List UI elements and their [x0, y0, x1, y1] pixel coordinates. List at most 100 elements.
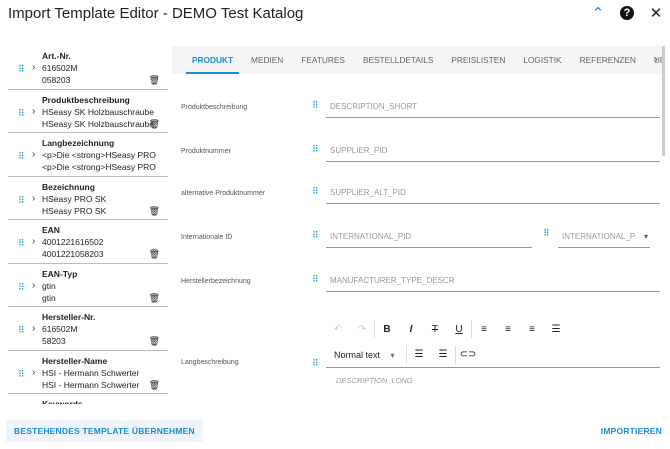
drag-handle-icon[interactable]: ⠿: [18, 194, 25, 206]
drag-handle-icon[interactable]: ⠿: [312, 144, 319, 155]
strikethrough-icon[interactable]: T: [423, 324, 447, 335]
field-label: EAN-Typ: [42, 268, 78, 279]
field-label: Langbezeichnung: [42, 138, 115, 148]
id-type-value: INTERNATIONAL_P: [562, 232, 636, 241]
align-center-icon[interactable]: ≡: [496, 324, 520, 335]
tab-preislisten[interactable]: PREISLISTEN: [451, 46, 505, 74]
field-item[interactable]: ⠿ › EAN 4001221616502 4001221058203 🗑: [8, 220, 168, 264]
help-icon[interactable]: ?: [620, 6, 634, 20]
align-left-icon[interactable]: ≡: [472, 324, 496, 335]
underline-icon[interactable]: U: [447, 324, 471, 335]
field-label: EAN: [42, 225, 60, 235]
chevron-right-icon[interactable]: ›: [32, 193, 35, 205]
trash-icon[interactable]: 🗑: [149, 379, 160, 391]
langbeschreibung-input[interactable]: DESCRIPTION_LONG: [326, 368, 660, 393]
chevron-right-icon[interactable]: ›: [32, 149, 35, 161]
scrollbar[interactable]: [662, 46, 665, 156]
align-justify-icon[interactable]: ☰: [544, 324, 568, 335]
chevron-right-icon[interactable]: ›: [32, 236, 35, 248]
trash-icon[interactable]: 🗑: [149, 248, 160, 260]
field-value: <p>Die <strong>HSeasy PRO: [42, 162, 156, 172]
close-icon[interactable]: ✕: [648, 4, 664, 22]
italic-icon[interactable]: I: [399, 324, 423, 335]
field-label: Bezeichnung: [42, 181, 95, 192]
alt-produktnummer-input[interactable]: SUPPLIER_ALT_PID: [326, 184, 660, 204]
label-produktnummer: Produktnummer: [181, 148, 231, 155]
chevron-right-icon[interactable]: ›: [32, 280, 35, 292]
align-right-icon[interactable]: ≡: [520, 324, 544, 335]
trash-icon[interactable]: 🗑: [149, 292, 160, 304]
import-button[interactable]: IMPORTIEREN: [593, 420, 670, 442]
format-select[interactable]: Normal text ▾: [326, 350, 406, 360]
ordered-list-icon[interactable]: ☰: [407, 349, 431, 360]
editor-panel: PRODUKT MEDIEN FEATURES BESTELLDETAILS PREIS…: [172, 46, 662, 424]
field-item[interactable]: ⠿ › Hersteller-Nr. 616502M 58203 🗑: [8, 307, 168, 351]
drag-handle-icon[interactable]: ⠿: [18, 107, 25, 119]
trash-icon[interactable]: 🗑: [149, 118, 160, 130]
trash-icon[interactable]: 🗑: [149, 74, 160, 86]
tab-features[interactable]: FEATURES: [301, 46, 345, 74]
trash-icon[interactable]: 🗑: [149, 205, 160, 217]
label-internationale-id: Internationale ID: [181, 234, 233, 241]
field-label: Hersteller-Name: [42, 355, 108, 366]
drag-handle-icon[interactable]: ⠿: [18, 324, 25, 336]
field-item[interactable]: ⠿ › Hersteller-Name HSI - Hermann Schwerter…: [8, 351, 168, 394]
chevron-right-icon[interactable]: ›: [32, 62, 35, 74]
drag-handle-icon[interactable]: ⠿: [312, 230, 319, 241]
dialog-title: Import Template Editor - DEMO Test Katal…: [8, 5, 304, 22]
chevron-right-icon[interactable]: ›: [32, 323, 35, 335]
produktnummer-input[interactable]: SUPPLIER_PID: [326, 142, 660, 162]
undo-icon[interactable]: ↶: [326, 324, 350, 335]
drag-handle-icon[interactable]: ⠿: [18, 281, 25, 293]
label-langbeschreibung: Langbeschreibung: [181, 359, 239, 366]
label-produktbeschreibung: Produktbeschreibung: [181, 104, 248, 111]
field-item[interactable]: ⠿ › Bezeichnung HSeasy PRO SK HSeasy PRO SK 🗑: [8, 177, 168, 220]
id-type-select[interactable]: INTERNATIONAL_P ▾: [558, 228, 650, 248]
apply-template-button[interactable]: BESTEHENDES TEMPLATE ÜBERNEHMEN: [6, 420, 203, 442]
drag-handle-icon[interactable]: ⠿: [543, 228, 550, 239]
tab-medien[interactable]: MEDIEN: [251, 46, 283, 74]
field-item[interactable]: ⠿Keywords: [8, 394, 168, 404]
drag-handle-icon[interactable]: ⠿: [312, 186, 319, 197]
field-value: 616502M: [42, 324, 78, 334]
field-value: <p>Die <strong>HSeasy PRO: [42, 150, 156, 160]
bold-icon[interactable]: B: [375, 324, 399, 335]
field-value: HSeasy PRO SK: [42, 193, 107, 204]
redo-icon[interactable]: ↷: [350, 324, 374, 335]
drag-handle-icon[interactable]: ⠿: [312, 100, 319, 111]
link-icon[interactable]: ⊂⊃: [456, 349, 480, 360]
chevron-up-icon[interactable]: ⌃: [590, 4, 606, 22]
chevron-right-icon[interactable]: ›: [32, 367, 35, 379]
tab-bestelldetails[interactable]: BESTELLDETAILS: [363, 46, 433, 74]
field-value: HSeasy SK Holzbauschraube: [42, 106, 154, 117]
field-item[interactable]: ⠿ › Langbezeichnung <p>Die <strong>HSeasy P…: [8, 133, 168, 177]
drag-handle-icon[interactable]: ⠿: [18, 237, 25, 249]
bullet-list-icon[interactable]: ☰: [431, 349, 455, 360]
drag-handle-icon[interactable]: ⠿: [18, 368, 25, 380]
trash-icon[interactable]: 🗑: [149, 335, 160, 347]
field-label: Hersteller-Nr.: [42, 312, 96, 322]
field-list: ⠿ › Art.-Nr. 616502M 058203 🗑 ⠿ › Produktbeschre…: [8, 46, 168, 404]
chevron-right-icon[interactable]: ›: [655, 46, 658, 74]
herstellerbezeichnung-input[interactable]: MANUFACTURER_TYPE_DESCR: [326, 272, 660, 292]
field-label: Produktbeschreibung: [42, 94, 130, 105]
drag-handle-icon[interactable]: ⠿: [18, 150, 25, 162]
field-item[interactable]: ⠿ › EAN-Typ gtin gtin 🗑: [8, 264, 168, 307]
field-item[interactable]: ⠿ › Art.-Nr. 616502M 058203 🗑: [8, 46, 168, 90]
field-label: Keywords: [42, 399, 83, 404]
drag-handle-icon[interactable]: ⠿: [312, 358, 319, 369]
field-value: HSI - Hermann Schwerter: [42, 367, 140, 378]
produktbeschreibung-input[interactable]: DESCRIPTION_SHORT: [326, 98, 660, 118]
tab-produkt[interactable]: PRODUKT: [185, 46, 240, 74]
field-item[interactable]: ⠿ › Produktbeschreibung HSeasy SK Holzbausc…: [8, 90, 168, 133]
chevron-right-icon[interactable]: ›: [32, 106, 35, 118]
field-value: 4001221616502: [42, 237, 104, 247]
internationale-id-input[interactable]: INTERNATIONAL_PID: [326, 228, 532, 248]
drag-handle-icon[interactable]: ⠿: [18, 63, 25, 75]
drag-handle-icon[interactable]: ⠿: [312, 274, 319, 285]
dropdown-arrow-icon: ▾: [390, 350, 395, 360]
format-value: Normal text: [334, 349, 381, 360]
field-value: gtin: [42, 280, 56, 291]
tab-logistik[interactable]: LOGISTIK: [523, 46, 561, 74]
tab-referenzen[interactable]: REFERENZEN: [580, 46, 636, 74]
